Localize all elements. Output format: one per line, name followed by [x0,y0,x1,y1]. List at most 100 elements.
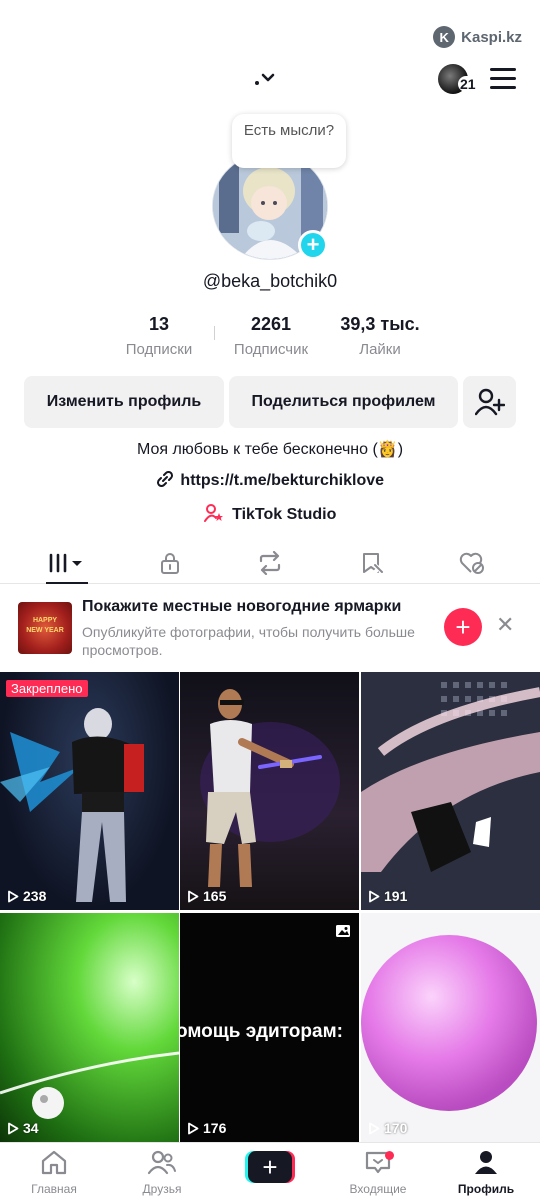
profile-icon [475,1151,497,1174]
promo-banner[interactable]: HAPPY NEW YEAR Покажите местные новогодн… [0,584,540,672]
kaspi-logo-icon: K [433,26,456,48]
watermark-text: Kaspi.kz [461,28,522,46]
video-thumbnail [361,672,540,910]
create-icon: + [248,1151,292,1183]
stat-followers[interactable]: 2261 Подписчик [226,314,316,359]
video-tile[interactable]: 165 [180,672,359,910]
top-bar: 21 [0,60,540,100]
studio-text: TikTok Studio [232,506,337,523]
menu-line [490,68,516,71]
play-icon [369,890,380,902]
promo-thumbnail: HAPPY NEW YEAR [18,602,72,654]
friends-icon [147,1150,176,1175]
menu-line [490,86,516,89]
menu-line [490,77,516,80]
menu-button[interactable] [490,68,516,90]
video-overlay-text: омощь эдиторам: [180,1021,343,1042]
video-views: 191 [368,888,407,904]
username: @beka_botchik0 [202,271,338,291]
view-count: 165 [203,888,227,904]
tab-reposts[interactable] [240,542,300,583]
video-tile[interactable]: Закреплено 238 [0,672,179,910]
view-count: 170 [384,1120,408,1136]
stat-divider [214,326,215,340]
liked-icon [459,552,484,574]
video-grid: Закреплено 238 165 191 34 омощь эдиторам… [0,672,540,1142]
view-count: 34 [23,1120,39,1136]
edit-profile-button[interactable]: Изменить профиль [24,376,224,428]
add-user-icon [474,388,505,416]
nav-friends[interactable]: Друзья [117,1149,207,1196]
inbox-unread-dot [385,1151,394,1160]
create-button[interactable]: + [245,1151,295,1183]
status-bar: K Kaspi.kz [0,0,540,60]
bottom-nav: Главная Друзья + Входящие Профиль [0,1142,540,1200]
play-icon [369,1122,380,1134]
video-views: 165 [187,888,226,904]
lock-icon [161,552,179,574]
photo-icon [336,925,350,937]
video-tile[interactable]: 191 [361,672,540,910]
notification-count: 21 [458,76,478,92]
close-icon[interactable]: ✕ [496,614,514,636]
promo-title: Покажите местные новогодние ярмарки [82,598,402,615]
stat-label: Подписчик [233,341,309,358]
play-icon [188,1122,199,1134]
link-icon [156,470,173,488]
tab-saved[interactable] [342,542,402,583]
nav-home[interactable]: Главная [9,1149,99,1196]
note-bubble[interactable]: Есть мысли? [232,114,346,168]
stat-value: 2261 [250,314,292,334]
studio-icon [203,504,223,522]
profile-link[interactable]: https://t.me/bekturchiklove [0,470,540,490]
video-tile[interactable]: омощь эдиторам: 176 [180,913,359,1142]
saved-icon [363,552,385,574]
view-count: 191 [384,888,408,904]
repost-icon [259,550,281,575]
add-friend-button[interactable] [463,376,516,428]
stat-value: 39,3 тыс. [340,314,420,334]
videos-grid-icon [49,553,82,572]
pinned-badge: Закреплено [6,680,88,697]
stat-value: 13 [148,314,170,334]
add-story-button[interactable]: + [298,230,328,260]
tab-liked[interactable] [442,542,502,583]
nav-profile[interactable]: Профиль [441,1149,531,1196]
play-icon [8,1122,19,1134]
nav-label: Друзья [142,1182,182,1196]
stat-label: Подписки [125,341,193,358]
tab-videos[interactable] [40,542,94,584]
stat-following[interactable]: 13 Подписки [118,314,200,359]
promo-subtitle: Опубликуйте фотографии, чтобы получить б… [82,624,415,658]
profile-bio: Моя любовь к тебе бесконечно (👸) [136,441,404,458]
video-thumbnail [0,708,144,902]
view-count: 238 [23,888,47,904]
video-views: 170 [368,1120,407,1136]
video-thumbnail [361,935,537,1111]
profile-tabs [0,542,540,584]
nav-label: Главная [31,1182,77,1196]
watermark: K Kaspi.kz [433,26,522,48]
profile-stats: 13 Подписки 2261 Подписчик 39,3 тыс. Лай… [0,314,540,366]
promo-add-button[interactable]: + [444,608,482,646]
tiktok-studio-link[interactable]: TikTok Studio [0,504,540,524]
account-switch-button[interactable] [250,64,282,92]
stat-label: Лайки [359,341,401,358]
play-icon [8,890,19,902]
home-icon [41,1150,67,1175]
stat-likes[interactable]: 39,3 тыс. Лайки [330,314,430,359]
nav-label: Профиль [457,1182,515,1196]
video-thumbnail [200,689,340,887]
video-views: 238 [7,888,46,904]
view-count: 176 [203,1120,227,1136]
video-views: 34 [7,1120,39,1136]
play-icon [188,890,199,902]
chevron-down-icon [255,73,275,85]
tab-private[interactable] [140,542,200,583]
video-views: 176 [187,1120,226,1136]
share-profile-button[interactable]: Поделиться профилем [229,376,458,428]
profile-link-text: https://t.me/bekturchiklove [180,472,385,489]
video-tile[interactable]: 170 [361,913,540,1142]
video-tile[interactable]: 34 [0,913,179,1142]
nav-inbox[interactable]: Входящие [333,1149,423,1196]
